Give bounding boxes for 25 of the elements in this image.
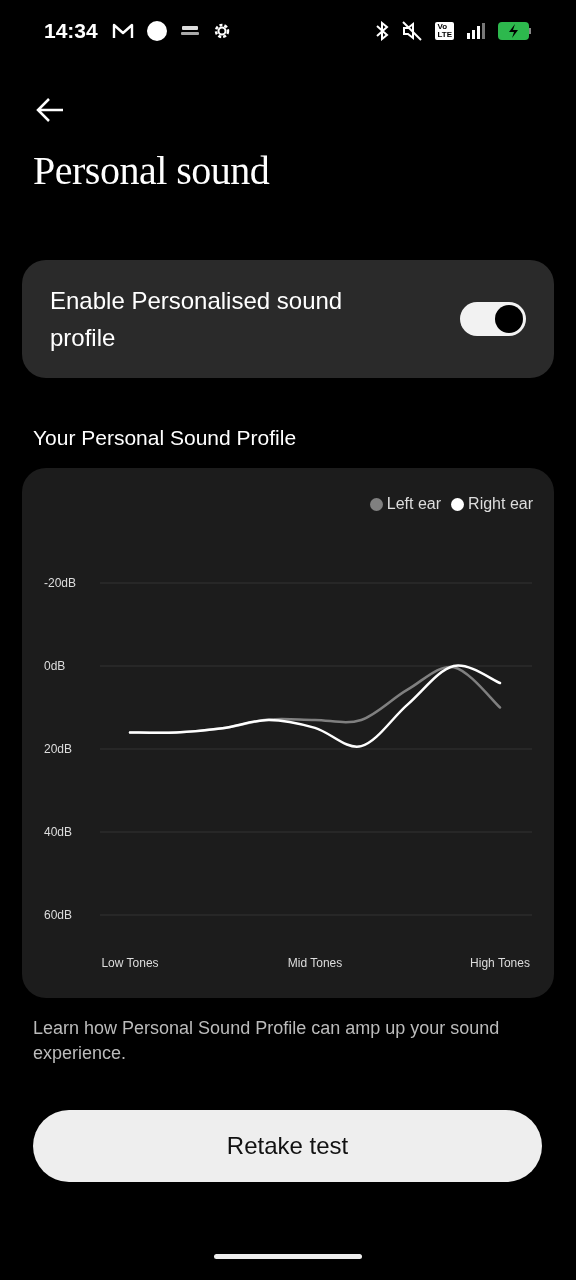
status-time: 14:34 [44, 19, 98, 43]
x-axis-label: High Tones [470, 956, 530, 970]
y-axis-label: 0dB [44, 659, 66, 673]
circle-icon [145, 20, 168, 42]
toggle-switch[interactable] [460, 302, 526, 336]
info-text: Learn how Personal Sound Profile can amp up your sound experience. [33, 1017, 501, 1065]
setting-label: Enable Personalised sound profile [50, 286, 344, 353]
legend-label: Right ear [468, 495, 533, 513]
mail-icon [111, 22, 134, 40]
mute-icon [401, 21, 424, 41]
bluetooth-icon [375, 21, 390, 41]
y-axis-label: 60dB [44, 908, 73, 922]
volte-badge: Vo LTE [435, 22, 454, 40]
legend-label: Left ear [386, 495, 442, 513]
x-axis-label: Low Tones [101, 956, 159, 970]
retake-test-button[interactable]: Retake test [33, 1110, 542, 1182]
signal-icon [466, 22, 486, 40]
y-axis-label: 40dB [44, 825, 73, 839]
back-arrow-icon[interactable] [35, 97, 65, 123]
section-title: Your Personal Sound Profile [33, 426, 298, 450]
x-axis-label: Mid Tones [287, 956, 343, 970]
page-title: Personal sound [33, 147, 271, 194]
y-axis-label: 20dB [44, 742, 73, 756]
y-axis-label: -20dB [44, 576, 77, 590]
battery-icon [498, 21, 532, 41]
